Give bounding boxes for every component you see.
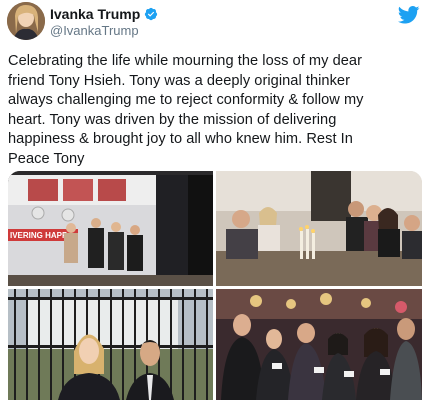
avatar-photo	[7, 2, 45, 40]
tweet-text-line: happiness & brought joy to all who knew …	[8, 131, 353, 147]
author-handle[interactable]: @IvankaTrump	[50, 23, 139, 38]
tweet-text-line: always challenging me to reject conformi…	[8, 92, 364, 108]
photo-white-house-fence[interactable]	[8, 289, 213, 400]
verified-badge-icon	[145, 7, 158, 21]
tweet-text-line: heart. Tony was driven by the mission of…	[8, 111, 337, 128]
tweet-text: Celebrating the life while mourning the …	[8, 52, 424, 169]
author-display-name[interactable]: Ivanka Trump	[50, 6, 140, 22]
tweet-card: Ivanka Trump @IvankaTrump Celebrating th…	[0, 0, 430, 400]
photo-tour-bus[interactable]: IVERING HAPP	[8, 171, 213, 286]
avatar[interactable]	[7, 2, 45, 40]
author-name-row[interactable]: Ivanka Trump	[50, 5, 158, 23]
photo-party-group[interactable]	[216, 289, 422, 400]
tweet-text-line: Peace Tony	[8, 150, 85, 167]
photo-dinner-table[interactable]	[216, 171, 422, 286]
bus-lettering: IVERING HAPP	[10, 231, 68, 240]
tweet-text-line: Celebrating the life while mourning the …	[8, 53, 362, 69]
tweet-text-line: friend Tony Hsieh. Tony was a deeply ori…	[8, 72, 351, 89]
media-grid: IVERING HAPP	[8, 171, 422, 400]
twitter-bird-icon[interactable]	[398, 6, 420, 24]
